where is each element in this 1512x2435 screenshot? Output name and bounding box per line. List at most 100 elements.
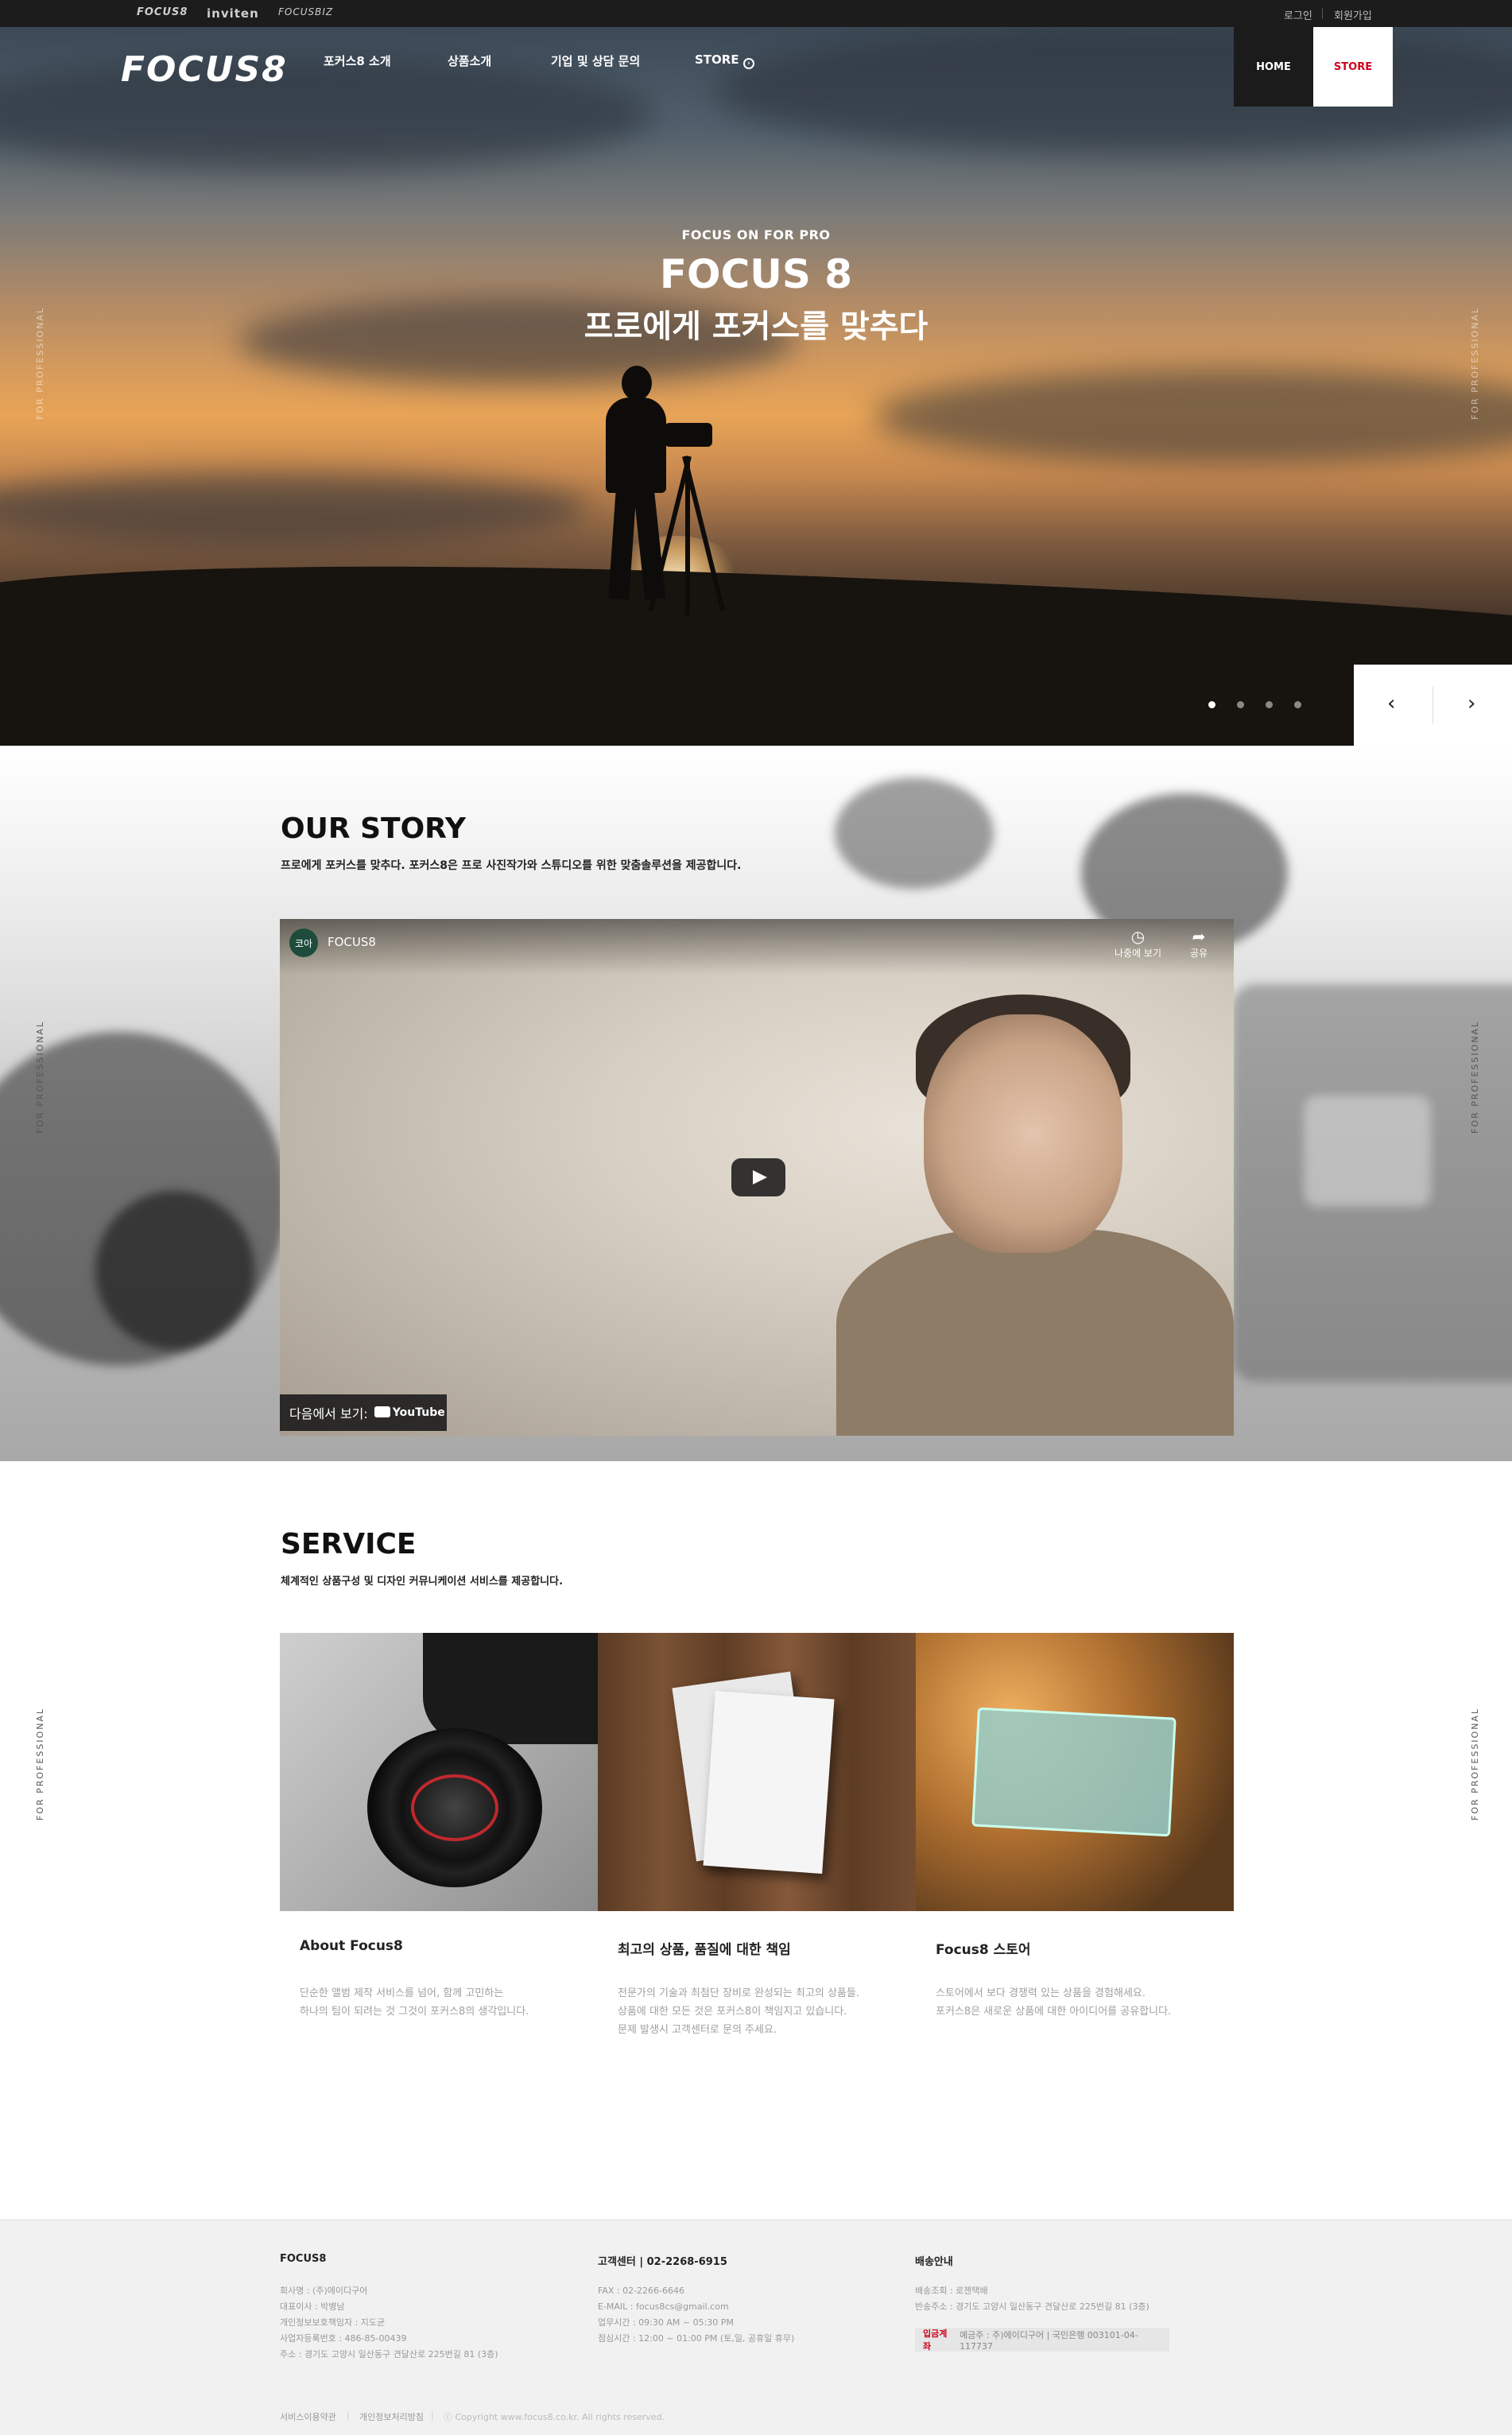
footer-line: 사업자등록번호 : 486-85-00439 <box>280 2333 407 2344</box>
footer-company-info: 회사명 : (주)에이디구어 대표이사 : 박병남 개인정보보호책임자 : 지도… <box>280 2283 498 2363</box>
chevron-left-icon[interactable]: ‹ <box>1387 692 1395 715</box>
channel-name[interactable]: FOCUS8 <box>328 935 376 949</box>
cloud-shape <box>0 59 652 170</box>
camera-decoration <box>95 1191 254 1350</box>
camera-decoration <box>835 777 994 889</box>
camera-silhouette <box>665 423 712 447</box>
hill-silhouette <box>0 545 1512 746</box>
side-label-left: FOR PROFESSIONAL <box>35 1707 45 1820</box>
footer-line: 회사명 : (주)에이디구어 <box>280 2286 368 2296</box>
service-subtitle: 체계적인 상품구성 및 디자인 커뮤니케이션 서비스를 제공합니다. <box>281 1576 564 1588</box>
nav-item-about[interactable]: 포커스8 소개 <box>324 52 391 69</box>
slide-dot[interactable] <box>1208 701 1215 708</box>
photographer-head <box>622 366 652 401</box>
watch-later-label: 나중에 보기 <box>1115 948 1162 959</box>
site-logo[interactable]: FOCUS8 <box>121 49 288 90</box>
side-label-right: FOR PROFESSIONAL <box>1470 1707 1480 1820</box>
bank-label: 입금계좌 <box>923 2328 948 2352</box>
slide-dot[interactable] <box>1294 701 1301 708</box>
footer-bank-info: 입금계좌 예금주 : 주)에이디구어 | 국민은행 003101-04-11773… <box>915 2328 1169 2352</box>
cloud-shape <box>0 472 588 544</box>
clock-icon: ◷ <box>1130 927 1146 946</box>
footer-shipping-info: 배송조회 : 로젠택배 반송주소 : 경기도 고양시 일산동구 견달산로 225… <box>915 2283 1150 2315</box>
watch-later-button[interactable]: ◷ 나중에 보기 <box>1115 927 1161 960</box>
privacy-link[interactable]: 개인정보처리방침 <box>359 2410 424 2423</box>
magazine-shape <box>703 1691 835 1874</box>
top-bar: FOCUS8 inviten FOCUSBIZ 로그인 회원가입 <box>0 0 1512 27</box>
slide-dot[interactable] <box>1237 701 1244 708</box>
nav-item-store[interactable]: STORE › <box>695 52 754 69</box>
copyright: ⓒ Copyright www.focus8.co.kr. All rights… <box>444 2412 665 2422</box>
card-desc-quality: 전문가의 기술과 최첨단 장비로 완성되는 최고의 상품들. 상품에 대한 모든… <box>618 1987 860 2036</box>
footer-line: 배송조회 : 로젠택배 <box>915 2286 988 2296</box>
video-header <box>280 919 1234 975</box>
side-label-left: FOR PROFESSIONAL <box>35 306 45 420</box>
brand-link-focus8[interactable]: FOCUS8 <box>137 6 188 18</box>
bank-text: 예금주 : 주)에이디구어 | 국민은행 003101-04-117737 <box>960 2329 1138 2352</box>
footer-line: FAX : 02-2266-6646 <box>598 2286 685 2296</box>
card-title-about: About Focus8 <box>300 1938 403 1954</box>
nav-item-products[interactable]: 상품소개 <box>448 52 491 69</box>
footer-cs-info: FAX : 02-2266-6646 E-MAIL : focus8cs@gma… <box>598 2283 794 2347</box>
home-button[interactable]: HOME <box>1234 27 1313 107</box>
footer-line: 개인정보보호책임자 : 지도균 <box>280 2317 386 2328</box>
play-button[interactable] <box>731 1158 785 1196</box>
arm-shape <box>423 1633 598 1744</box>
service-title: SERVICE <box>281 1528 417 1561</box>
share-icon: ➦ <box>1192 927 1206 946</box>
tripod-leg <box>685 456 690 615</box>
hero-banner <box>0 27 1512 746</box>
footer-line: 반송주소 : 경기도 고양시 일산동구 견달산로 225번길 81 (3층) <box>915 2301 1150 2312</box>
video-figure <box>924 1014 1122 1253</box>
card-image-magazine[interactable] <box>598 1633 916 1911</box>
footer-shipping-head: 배송안내 <box>915 2256 953 2268</box>
footer-line[interactable]: E-MAIL : focus8cs@gmail.com <box>598 2299 794 2315</box>
divider <box>1322 8 1323 19</box>
video-player[interactable]: 코아 FOCUS8 ◷ 나중에 보기 ➦ 공유 다음에서 보기: YouTube <box>280 919 1234 1436</box>
footer-line: 업무시간 : 09:30 AM ~ 05:30 PM <box>598 2317 734 2328</box>
card-title-store: Focus8 스토어 <box>936 1942 1031 1958</box>
watch-on-label: 다음에서 보기: <box>289 1406 368 1421</box>
open-sign <box>971 1707 1177 1837</box>
channel-avatar[interactable]: 코아 <box>289 929 318 957</box>
slide-dot[interactable] <box>1266 701 1273 708</box>
footer-line: 대표이사 : 박병남 <box>280 2301 345 2312</box>
story-title: OUR STORY <box>281 812 466 845</box>
hero-subtitle: 프로에게 포커스를 맞추다 <box>583 308 929 345</box>
camera-decoration <box>1304 1095 1431 1207</box>
card-desc-store: 스토어에서 보다 경쟁력 있는 상품을 경험해세요. 포커스8은 새로운 상품에… <box>936 1987 1172 2018</box>
nav-item-inquiry[interactable]: 기업 및 상담 문의 <box>551 52 640 69</box>
cloud-shape <box>874 369 1512 464</box>
footer-line: 주소 : 경기도 고양시 일산동구 견달산로 225번길 81 (3층) <box>280 2349 498 2359</box>
brand-link-inviten[interactable]: inviten <box>207 6 259 21</box>
join-link[interactable]: 회원가입 <box>1334 7 1372 22</box>
share-button[interactable]: ➦ 공유 <box>1190 927 1208 960</box>
youtube-logo: YouTube <box>374 1406 445 1419</box>
slider-arrows: ‹ › <box>1354 665 1512 746</box>
login-link[interactable]: 로그인 <box>1284 7 1312 22</box>
slider-pagination <box>1208 696 1323 712</box>
store-button[interactable]: STORE <box>1313 27 1393 107</box>
watch-on-youtube[interactable]: 다음에서 보기: YouTube <box>280 1394 447 1431</box>
side-label-right: FOR PROFESSIONAL <box>1470 306 1480 420</box>
card-title-quality: 최고의 상품, 품질에 대한 책임 <box>618 1942 791 1958</box>
brand-link-focusbiz[interactable]: FOCUSBIZ <box>278 6 333 17</box>
footer-cs-head: 고객센터 | 02-2268-6915 <box>598 2256 727 2268</box>
share-label: 공유 <box>1190 948 1208 959</box>
footer-line: 점심시간 : 12:00 ~ 01:00 PM (토,일, 공휴일 휴무) <box>598 2333 795 2344</box>
story-subtitle: 프로에게 포커스를 맞추다. 포커스8은 프로 사진작가와 스튜디오를 위한 맞… <box>281 859 742 872</box>
chevron-right-icon[interactable]: › <box>1467 692 1475 715</box>
side-label-right: FOR PROFESSIONAL <box>1470 1020 1480 1134</box>
arrow-circle-icon: › <box>742 58 754 69</box>
card-image-open-sign[interactable] <box>916 1633 1234 1911</box>
card-desc-about: 단순한 앨범 제작 서비스를 넘어, 함께 고민하는 하나의 팀이 되려는 것 … <box>300 1987 529 2018</box>
divider: | <box>431 2410 434 2421</box>
photographer-body <box>606 397 666 493</box>
footer-company-head: FOCUS8 <box>280 2253 327 2265</box>
divider: | <box>347 2410 350 2421</box>
card-image-camera[interactable] <box>280 1633 598 1911</box>
video-figure <box>836 1229 1234 1436</box>
lens-ring <box>411 1774 498 1841</box>
side-label-left: FOR PROFESSIONAL <box>35 1020 45 1134</box>
terms-link[interactable]: 서비스이용약관 <box>280 2410 336 2423</box>
